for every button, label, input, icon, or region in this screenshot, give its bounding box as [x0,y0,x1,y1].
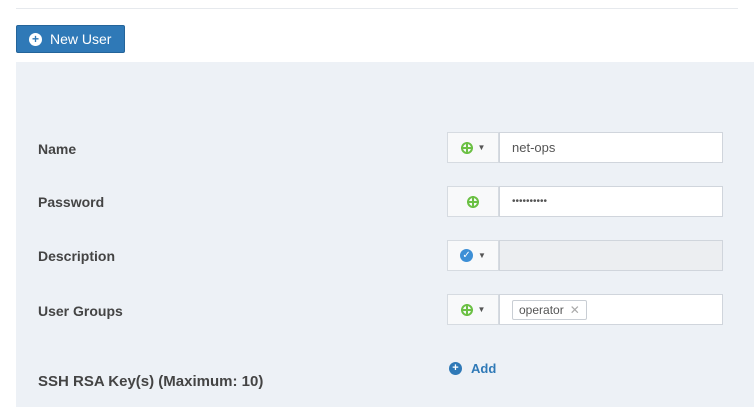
check-circle-icon: ✓ [460,249,474,262]
new-user-label: New User [50,31,112,47]
globe-icon [460,303,473,316]
add-ssh-key-button[interactable]: + Add [449,361,496,376]
caret-down-icon: ▼ [477,305,486,314]
remove-tag-icon[interactable]: ✕ [570,303,580,317]
user-groups-input[interactable]: operator ✕ [499,294,723,325]
plus-circle-icon: + [29,32,42,46]
caret-down-icon: ▼ [477,143,486,152]
name-input[interactable]: net-ops [499,132,723,163]
password-label: Password [38,194,105,210]
new-user-button[interactable]: + New User [16,25,125,53]
form-panel [16,62,754,407]
description-scope-dropdown[interactable]: ✓ ▼ [447,240,499,271]
password-value: •••••••••• [512,196,548,207]
password-input[interactable]: •••••••••• [499,186,723,217]
user-groups-scope-dropdown[interactable]: ▼ [447,294,499,325]
add-label: Add [471,361,497,376]
globe-icon [467,195,479,208]
description-label: Description [38,248,116,264]
top-divider [16,8,738,9]
group-tag: operator ✕ [512,299,587,320]
ssh-keys-label: SSH RSA Key(s) (Maximum: 10) [38,373,264,390]
group-tag-label: operator [519,302,564,317]
caret-down-icon: ▼ [478,251,486,260]
globe-icon [460,141,473,154]
name-label: Name [38,141,77,157]
name-scope-dropdown[interactable]: ▼ [447,132,499,163]
name-value: net-ops [512,140,556,155]
description-input[interactable] [499,240,723,271]
user-groups-label: User Groups [38,303,123,319]
plus-circle-icon: + [449,362,462,375]
password-scope-indicator [447,186,499,217]
